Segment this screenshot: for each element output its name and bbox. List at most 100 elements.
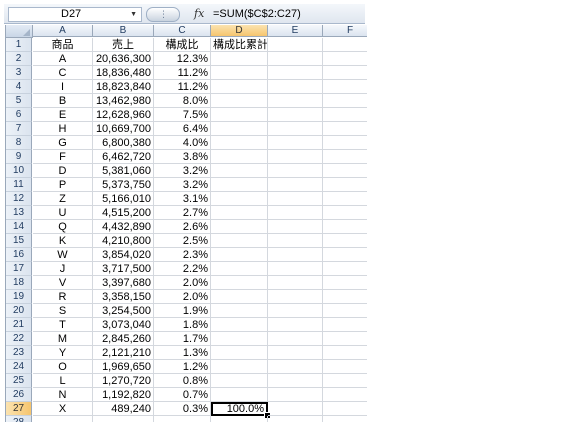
name-box[interactable]: D27 ▼: [8, 7, 142, 22]
row-header[interactable]: 11: [6, 178, 32, 192]
cell-e[interactable]: [268, 402, 323, 416]
cell-a[interactable]: X: [33, 402, 93, 416]
cell-d[interactable]: [211, 262, 268, 276]
cell-e[interactable]: [268, 220, 323, 234]
cell-a[interactable]: P: [33, 178, 93, 192]
cell-c[interactable]: 12.3%: [154, 52, 211, 66]
column-header-e[interactable]: E: [268, 25, 323, 37]
cell-b[interactable]: 5,166,010: [93, 192, 154, 206]
cell-c[interactable]: 0.8%: [154, 374, 211, 388]
cell-f[interactable]: [323, 374, 367, 388]
cell-e[interactable]: [268, 416, 323, 422]
cell-a[interactable]: E: [33, 108, 93, 122]
row-header[interactable]: 23: [6, 346, 32, 360]
cell-a[interactable]: Z: [33, 192, 93, 206]
row-header[interactable]: 8: [6, 136, 32, 150]
cell-d[interactable]: [211, 374, 268, 388]
cell-f[interactable]: [323, 178, 367, 192]
row-header[interactable]: 2: [6, 52, 32, 66]
cell-a[interactable]: M: [33, 332, 93, 346]
cell-c[interactable]: 3.8%: [154, 150, 211, 164]
cell-a[interactable]: R: [33, 290, 93, 304]
cell-c[interactable]: [154, 416, 211, 422]
cell-b[interactable]: 4,515,200: [93, 206, 154, 220]
cell-e[interactable]: [268, 248, 323, 262]
cell-b[interactable]: 6,462,720: [93, 150, 154, 164]
cell-c[interactable]: 8.0%: [154, 94, 211, 108]
cell-a[interactable]: Q: [33, 220, 93, 234]
cell-b[interactable]: [93, 416, 154, 422]
cell-b[interactable]: 13,462,980: [93, 94, 154, 108]
cell-e[interactable]: [268, 122, 323, 136]
formula-bar-resize-handle[interactable]: ⋮: [146, 7, 180, 22]
row-header[interactable]: 1: [6, 38, 32, 52]
cell-e[interactable]: [268, 66, 323, 80]
cell-e[interactable]: [268, 108, 323, 122]
cell-b[interactable]: 5,373,750: [93, 178, 154, 192]
cell-c[interactable]: 2.0%: [154, 290, 211, 304]
row-header[interactable]: 18: [6, 276, 32, 290]
cell-e[interactable]: [268, 80, 323, 94]
cell-f[interactable]: [323, 262, 367, 276]
cell-a[interactable]: K: [33, 234, 93, 248]
cell-a[interactable]: Y: [33, 346, 93, 360]
cell-d[interactable]: [211, 94, 268, 108]
chevron-down-icon[interactable]: ▼: [130, 8, 137, 21]
row-header[interactable]: 19: [6, 290, 32, 304]
cell-e[interactable]: [268, 290, 323, 304]
row-header[interactable]: 27: [6, 402, 32, 416]
cell-e[interactable]: [268, 38, 323, 52]
cell-e[interactable]: [268, 388, 323, 402]
cell-a[interactable]: N: [33, 388, 93, 402]
cell-a[interactable]: D: [33, 164, 93, 178]
cell-a[interactable]: T: [33, 318, 93, 332]
cell-b[interactable]: 3,254,500: [93, 304, 154, 318]
row-header[interactable]: 24: [6, 360, 32, 374]
cell-d[interactable]: [211, 220, 268, 234]
cell-d[interactable]: [211, 192, 268, 206]
cell-e[interactable]: [268, 304, 323, 318]
cell-e[interactable]: [268, 374, 323, 388]
cell-e[interactable]: [268, 262, 323, 276]
cell-a[interactable]: L: [33, 374, 93, 388]
cell-b[interactable]: 20,636,300: [93, 52, 154, 66]
row-header[interactable]: 16: [6, 248, 32, 262]
cell-f[interactable]: [323, 192, 367, 206]
cell-a[interactable]: A: [33, 52, 93, 66]
cell-c[interactable]: 11.2%: [154, 80, 211, 94]
cell-e[interactable]: [268, 178, 323, 192]
cell-b[interactable]: 18,823,840: [93, 80, 154, 94]
cell-c[interactable]: 2.7%: [154, 206, 211, 220]
cell-d[interactable]: [211, 388, 268, 402]
cell-b[interactable]: 1,969,650: [93, 360, 154, 374]
cell-a[interactable]: H: [33, 122, 93, 136]
row-header[interactable]: 22: [6, 332, 32, 346]
cell-d[interactable]: [211, 136, 268, 150]
cell-c[interactable]: 7.5%: [154, 108, 211, 122]
cell-b[interactable]: 3,073,040: [93, 318, 154, 332]
cell-c[interactable]: 3.1%: [154, 192, 211, 206]
cell-b[interactable]: 3,358,150: [93, 290, 154, 304]
cell-b[interactable]: 10,669,700: [93, 122, 154, 136]
row-header[interactable]: 4: [6, 80, 32, 94]
cell-e[interactable]: [268, 52, 323, 66]
cell-d[interactable]: [211, 178, 268, 192]
cell-f[interactable]: [323, 290, 367, 304]
cell-c[interactable]: 2.5%: [154, 234, 211, 248]
cell-f[interactable]: [323, 220, 367, 234]
row-header[interactable]: 5: [6, 94, 32, 108]
cell-a[interactable]: 商品: [33, 38, 93, 52]
cell-d[interactable]: [211, 276, 268, 290]
cell-b[interactable]: 3,397,680: [93, 276, 154, 290]
cell-d[interactable]: [211, 206, 268, 220]
cell-b[interactable]: 2,845,260: [93, 332, 154, 346]
cell-d[interactable]: [211, 360, 268, 374]
row-header[interactable]: 17: [6, 262, 32, 276]
row-header[interactable]: 25: [6, 374, 32, 388]
cell-c[interactable]: 1.2%: [154, 360, 211, 374]
cell-c[interactable]: 1.7%: [154, 332, 211, 346]
row-header[interactable]: 3: [6, 66, 32, 80]
cell-c[interactable]: 4.0%: [154, 136, 211, 150]
cell-d[interactable]: [211, 164, 268, 178]
cell-e[interactable]: [268, 94, 323, 108]
